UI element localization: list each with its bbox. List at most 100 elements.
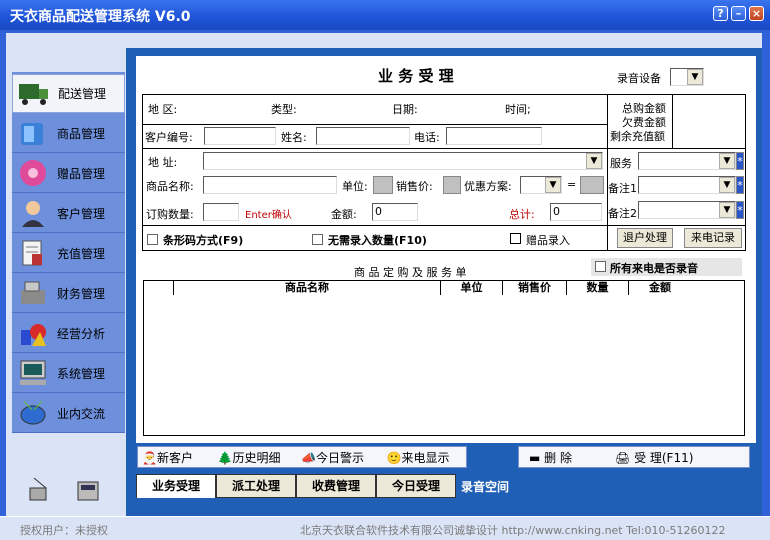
phone-label: 电话:: [414, 131, 440, 144]
discount-select[interactable]: ▼: [520, 176, 562, 194]
delete-icon: ▬: [529, 450, 545, 465]
toolbar-left: 🎅新客户 🌲历史明细 📣今日警示 🙂来电显示: [137, 446, 467, 468]
note1-select[interactable]: ▼: [638, 176, 736, 194]
barcode-checkbox[interactable]: [147, 234, 158, 245]
note2-more-button[interactable]: *: [736, 201, 744, 219]
service-select[interactable]: ▼: [638, 152, 736, 170]
note2-select[interactable]: ▼: [638, 201, 736, 219]
chevron-down-icon[interactable]: ▼: [687, 69, 703, 85]
gift-label: 赠品录入: [526, 234, 570, 247]
santa-icon: 🎅: [142, 450, 157, 465]
nav-customers[interactable]: 客户管理: [12, 194, 125, 233]
caller-id-button[interactable]: 🙂来电显示: [386, 449, 466, 466]
nav-label: 赠品管理: [57, 166, 106, 181]
satellite-icon[interactable]: [28, 474, 50, 505]
toolbar-label: 新客户: [156, 450, 193, 465]
product-input[interactable]: [203, 176, 337, 194]
minimize-button[interactable]: –: [731, 6, 746, 21]
table-header: 商品名称 单位 销售价 数量 金额: [143, 280, 745, 296]
nav-label: 财务管理: [57, 286, 106, 301]
customer-id-input[interactable]: [204, 127, 276, 145]
accept-button[interactable]: 🖨 受 理(F11): [615, 449, 745, 466]
chevron-down-icon[interactable]: ▼: [545, 177, 561, 193]
note1-label: 备注1: [608, 182, 637, 195]
list-title: 商 品 定 购 及 服 务 单: [354, 266, 467, 279]
form-title: 业 务 受 理: [378, 67, 454, 85]
barcode-label: 条形码方式(F9): [163, 234, 244, 247]
gift-checkbox[interactable]: [510, 233, 521, 244]
nav-label: 经营分析: [57, 326, 106, 341]
customer-id-label: 客户编号:: [145, 131, 193, 144]
col-price: 销售价: [503, 281, 567, 295]
history-button[interactable]: 🌲历史明细: [218, 449, 301, 466]
sidebar: 配送管理 商品管理 赠品管理 客户管理 充值管理 财务管理 经营分析 系统管理: [12, 72, 125, 433]
nav-finance[interactable]: 财务管理: [12, 274, 125, 313]
discount-label: 优惠方案:: [464, 180, 512, 193]
title-bar: 天衣商品配送管理系统 V6.0 ? – ×: [0, 0, 770, 30]
chevron-down-icon[interactable]: ▼: [719, 202, 735, 218]
toolbar-right: ▬ 删 除 🖨 受 理(F11): [518, 446, 750, 468]
qty-input[interactable]: [203, 203, 239, 221]
close-button[interactable]: ×: [749, 6, 764, 21]
tree-icon: 🌲: [217, 450, 233, 465]
no-qty-label: 无需录入数量(F10): [328, 234, 427, 247]
chart-shapes-icon: [16, 317, 50, 349]
chevron-down-icon[interactable]: ▼: [586, 153, 602, 169]
phone-input[interactable]: [446, 127, 542, 145]
discount-result-field: [580, 176, 604, 194]
tab-business[interactable]: 业务受理: [136, 474, 216, 498]
toolbar-label: 受 理(F11): [634, 450, 694, 465]
recording-device-label: 录音设备: [617, 72, 661, 85]
chevron-down-icon[interactable]: ▼: [719, 153, 735, 169]
col-amount: 金额: [649, 281, 671, 294]
name-input[interactable]: [316, 127, 410, 145]
refund-button[interactable]: 退户处理: [617, 228, 673, 248]
record-all-checkbox[interactable]: [595, 261, 606, 272]
order-table-body[interactable]: [143, 295, 745, 436]
nav-delivery[interactable]: 配送管理: [12, 74, 125, 113]
tab-billing[interactable]: 收费管理: [296, 474, 376, 498]
toolbar-label: 历史明细: [232, 450, 281, 465]
equals-sign: =: [567, 178, 577, 191]
total-label: 总计:: [509, 208, 535, 221]
new-customer-button[interactable]: 🎅新客户: [138, 449, 218, 466]
type-label: 类型:: [271, 103, 297, 116]
service-more-button[interactable]: *: [736, 152, 744, 170]
truck-icon: [17, 78, 51, 110]
product-label: 商品名称:: [146, 180, 194, 193]
unit-field: [373, 176, 393, 194]
nav-analysis[interactable]: 经营分析: [12, 314, 125, 353]
nav-gifts[interactable]: 赠品管理: [12, 154, 125, 193]
licensed-user: 授权用户：未授权: [20, 524, 108, 537]
chevron-down-icon[interactable]: ▼: [719, 177, 735, 193]
alerts-button[interactable]: 📣今日警示: [301, 449, 386, 466]
record-all-label: 所有来电是否录音: [610, 262, 698, 275]
note1-more-button[interactable]: *: [736, 176, 744, 194]
time-label: 时间;: [505, 103, 531, 116]
nav-system[interactable]: 系统管理: [12, 354, 125, 393]
summary-balance-label: 剩余充值额: [610, 130, 665, 143]
delete-button[interactable]: ▬ 删 除: [519, 449, 615, 466]
tab-dispatch[interactable]: 派工处理: [216, 474, 296, 498]
total-input[interactable]: 0: [550, 203, 602, 221]
address-label: 地 址:: [148, 156, 178, 169]
box-icon: [16, 117, 50, 149]
nav-recharge[interactable]: 充值管理: [12, 234, 125, 273]
no-qty-checkbox[interactable]: [312, 234, 323, 245]
help-button[interactable]: ?: [713, 6, 728, 21]
col-qty: 数量: [567, 281, 629, 295]
service-label: 服务: [610, 157, 632, 170]
tab-today[interactable]: 今日受理: [376, 474, 456, 498]
nav-label: 业内交流: [57, 406, 106, 421]
call-log-button[interactable]: 来电记录: [684, 228, 742, 248]
recording-device-select[interactable]: ▼: [670, 68, 704, 86]
address-select[interactable]: ▼: [203, 152, 603, 170]
nav-exchange[interactable]: 业内交流: [12, 394, 125, 433]
computer-icon: [16, 357, 50, 389]
tab-recordings[interactable]: 录音空间: [461, 478, 509, 495]
amount-input[interactable]: 0: [372, 203, 418, 221]
notepad-icon: [16, 237, 50, 269]
nav-products[interactable]: 商品管理: [12, 114, 125, 153]
name-label: 姓名:: [281, 131, 307, 144]
phone-device-icon[interactable]: [76, 474, 100, 505]
